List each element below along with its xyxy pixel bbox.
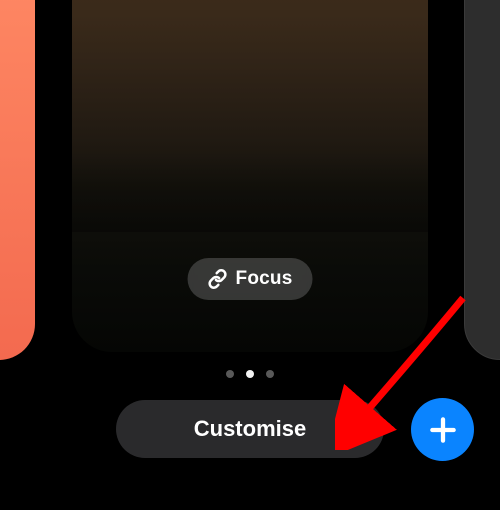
page-dot[interactable] [246, 370, 254, 378]
plus-icon [427, 414, 459, 446]
wallpaper-card-next[interactable] [464, 0, 500, 360]
page-dot[interactable] [226, 370, 234, 378]
link-icon [208, 269, 228, 289]
wallpaper-card-prev[interactable] [0, 0, 35, 360]
add-button[interactable] [411, 398, 474, 461]
focus-label: Focus [236, 268, 293, 290]
customise-button[interactable]: Customise [116, 400, 384, 458]
page-dot[interactable] [266, 370, 274, 378]
page-indicator[interactable] [226, 370, 274, 378]
customise-label: Customise [194, 416, 306, 442]
focus-button[interactable]: Focus [188, 258, 313, 300]
wallpaper-card-main[interactable]: Focus [72, 0, 428, 352]
